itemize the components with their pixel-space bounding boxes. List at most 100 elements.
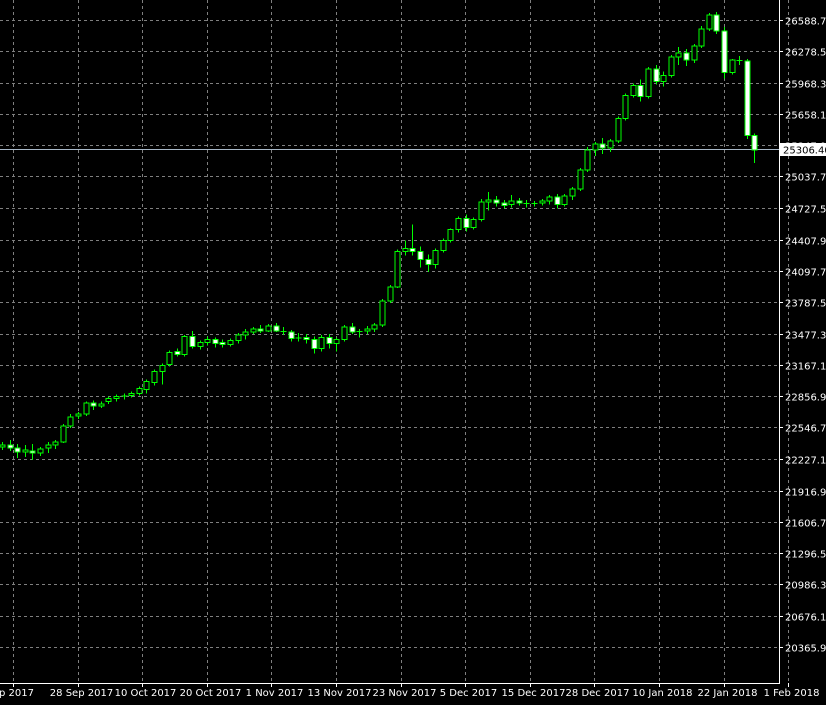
current-price-tag: 25306.40 xyxy=(780,143,826,157)
candle-body xyxy=(645,68,652,97)
candle-body xyxy=(417,251,424,261)
candle-body xyxy=(52,441,59,446)
candle-body xyxy=(607,140,614,149)
candle-body xyxy=(409,248,416,253)
candle-body xyxy=(67,416,74,427)
candle-body xyxy=(668,56,675,76)
y-tick-label: 22227.10 xyxy=(785,456,826,467)
candle-body xyxy=(219,341,226,345)
x-tick-label: 1 Feb 2018 xyxy=(764,688,820,699)
candle-body xyxy=(637,84,644,97)
candle-body xyxy=(721,30,728,73)
x-tick-label: 28 Dec 2017 xyxy=(566,688,630,699)
candle-body xyxy=(265,325,272,332)
candle-body xyxy=(675,52,682,58)
candle-body xyxy=(151,371,158,384)
candle-body xyxy=(333,338,340,344)
candle-body xyxy=(516,200,523,204)
y-axis-ticks: 26588.7026278.5025968.3025658.1025347.90… xyxy=(779,17,826,655)
y-tick-label: 25968.30 xyxy=(785,80,826,91)
candle-body xyxy=(204,338,211,343)
y-tick-label: 22546.70 xyxy=(785,424,826,435)
candle-body xyxy=(455,217,462,230)
x-tick-label: 22 Jan 2018 xyxy=(698,688,758,699)
y-tick-label: 25037.70 xyxy=(785,173,826,184)
candle-body xyxy=(379,300,386,326)
candle-body xyxy=(250,328,257,333)
candle-body xyxy=(653,68,660,82)
x-tick-label: 20 Oct 2017 xyxy=(180,688,242,699)
candle-body xyxy=(569,188,576,197)
candle-body xyxy=(341,326,348,340)
x-tick-label: 23 Nov 2017 xyxy=(372,688,436,699)
x-tick-label: 1 Nov 2017 xyxy=(246,688,304,699)
candle-body xyxy=(90,402,97,407)
candle-body xyxy=(166,351,173,365)
candle-body xyxy=(630,84,637,96)
candle-body xyxy=(493,199,500,204)
candle-body xyxy=(235,334,242,341)
y-tick-label: 24407.90 xyxy=(785,237,826,248)
candle-body xyxy=(212,338,219,344)
x-tick-label: 10 Jan 2018 xyxy=(633,688,693,699)
candle-body xyxy=(37,448,44,454)
candle-body xyxy=(83,402,90,415)
candle-body xyxy=(181,335,188,355)
x-tick-label: 13 Nov 2017 xyxy=(307,688,371,699)
x-tick-label: 5 Dec 2017 xyxy=(440,688,498,699)
candle-body xyxy=(729,59,736,73)
candle-body xyxy=(0,444,6,448)
candle-body xyxy=(402,248,409,253)
candle-body xyxy=(561,195,568,205)
candle-body xyxy=(303,336,310,340)
candle-body xyxy=(554,196,561,205)
candle-body xyxy=(143,381,150,391)
candle-body xyxy=(349,326,356,333)
candle-body xyxy=(45,444,52,449)
y-tick-label: 20365.90 xyxy=(785,644,826,655)
candle-body xyxy=(75,413,82,417)
candle-body xyxy=(326,336,333,344)
y-tick-label: 22856.90 xyxy=(785,393,826,404)
candle-body xyxy=(508,200,515,205)
candle-body xyxy=(14,447,21,453)
candle-body xyxy=(311,338,318,349)
candle-body xyxy=(599,143,606,149)
y-tick-label: 26278.50 xyxy=(785,48,826,59)
y-tick-label: 20676.10 xyxy=(785,613,826,624)
current-price-label: 25306.40 xyxy=(783,146,826,157)
candle-body xyxy=(394,251,401,288)
candle-body xyxy=(371,324,378,330)
candle-body xyxy=(432,250,439,266)
candle-body xyxy=(273,325,280,332)
y-tick-label: 24727.50 xyxy=(785,205,826,216)
candle-body xyxy=(136,388,143,395)
candle-body xyxy=(592,143,599,151)
candle-body xyxy=(364,328,371,332)
x-tick-label: 28 Sep 2017 xyxy=(50,688,113,699)
x-tick-label: p 2017 xyxy=(0,688,34,699)
y-tick-label: 21916.90 xyxy=(785,488,826,499)
candle-body xyxy=(501,202,508,206)
candle-body xyxy=(470,218,477,228)
candle-body xyxy=(546,196,553,202)
candle-body xyxy=(713,14,720,32)
candle-body xyxy=(128,393,135,397)
candle-body xyxy=(691,45,698,61)
candle-body xyxy=(197,341,204,347)
y-tick-label: 21296.50 xyxy=(785,550,826,561)
y-tick-label: 26588.70 xyxy=(785,17,826,28)
y-tick-label: 24097.70 xyxy=(785,268,826,279)
candle-body xyxy=(615,118,622,142)
candle-body xyxy=(698,28,705,47)
candle-body xyxy=(683,52,690,61)
candlestick-chart: 26588.7026278.5025968.3025658.1025347.90… xyxy=(0,0,826,705)
candle-body xyxy=(387,286,394,302)
candle-body xyxy=(60,425,67,443)
candle-body xyxy=(447,228,454,242)
candle-body xyxy=(744,60,751,137)
candle-body xyxy=(227,339,234,345)
x-tick-label: 15 Dec 2017 xyxy=(502,688,566,699)
candle-body xyxy=(288,331,295,339)
candle-body xyxy=(29,450,36,454)
